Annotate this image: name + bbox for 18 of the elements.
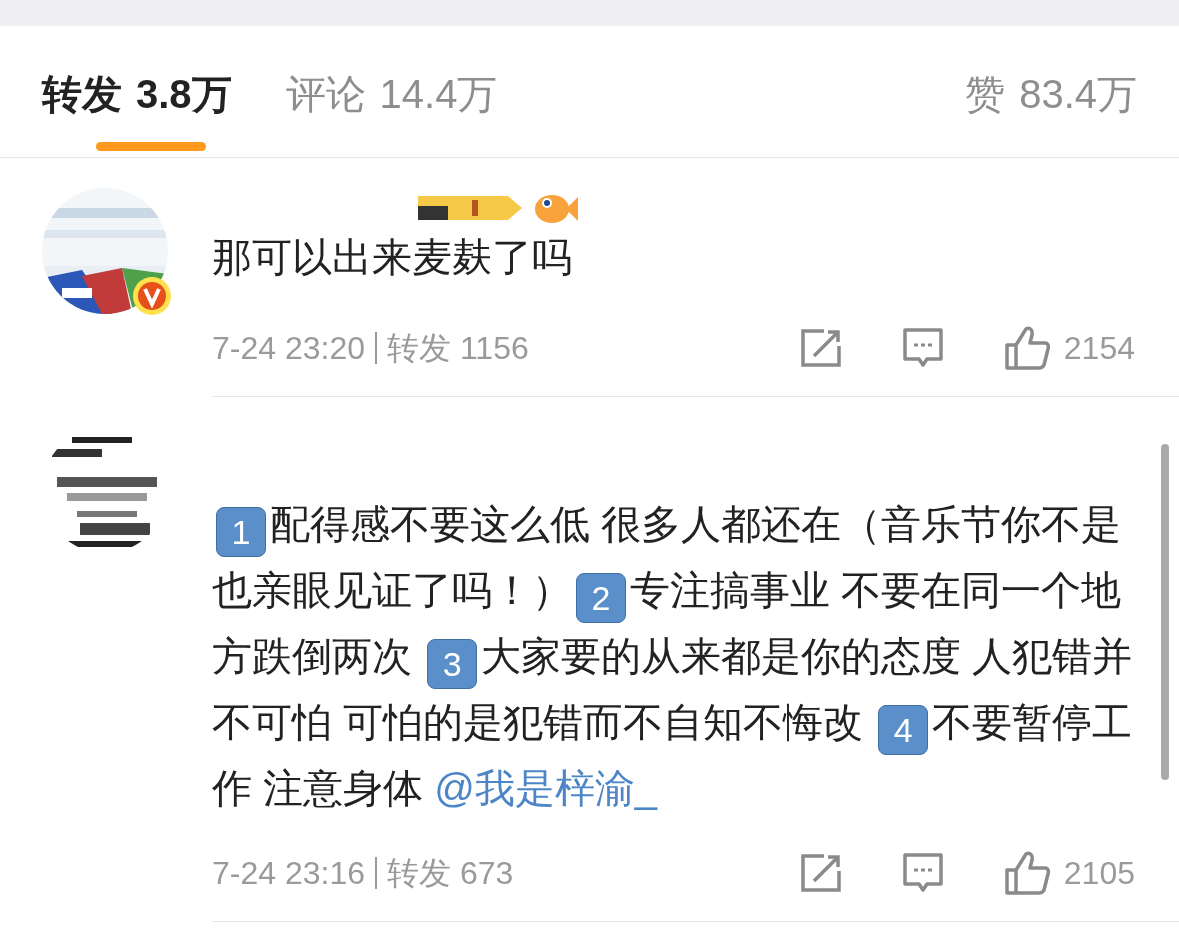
thumbs-up-icon[interactable] <box>1003 850 1050 896</box>
comment-icon[interactable] <box>901 852 944 894</box>
comment-time: 7-24 23:16 <box>212 854 365 893</box>
comment-text: 1 配得感不要这么低 很多人都还在（音乐节你不是也亲眼见证了吗！） 2 专注搞事业 不要在同一个地方跌倒两次 3 大家要的从来都是你的态度 人犯错并不可怕 可怕的是犯错而不自知不悔改 4 不要暂停工作 注意身体 @我是梓渝_ <box>212 501 1134 812</box>
thumbs-up-icon[interactable] <box>1003 325 1050 371</box>
share-icon[interactable] <box>799 853 842 893</box>
tab[interactable]: 评论 14.4万 <box>285 70 498 118</box>
tab[interactable]: 赞 83.4万 <box>965 70 1137 118</box>
comment-text: 那可以出来麦麸了吗 <box>212 234 573 281</box>
repost-count: 转发 673 <box>387 854 514 893</box>
tab[interactable]: 转发 3.8万 <box>42 70 232 118</box>
share-icon[interactable] <box>799 328 842 368</box>
comment-icon[interactable] <box>901 327 944 369</box>
like-count: 2154 <box>1063 329 1135 368</box>
comment-time: 7-24 23:20 <box>212 329 365 368</box>
mention-link[interactable]: @我是梓渝_ <box>434 766 658 810</box>
repost-count: 转发 1156 <box>387 329 529 368</box>
like-count: 2105 <box>1063 854 1135 893</box>
